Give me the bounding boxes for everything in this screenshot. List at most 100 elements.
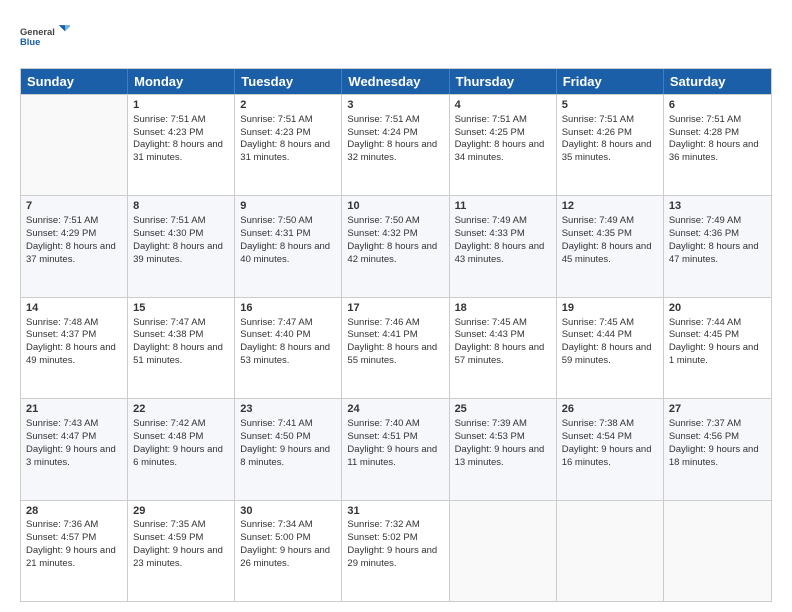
sunset: Sunset: 4:51 PM (347, 431, 417, 442)
sunset: Sunset: 4:40 PM (240, 329, 310, 340)
sunrise: Sunrise: 7:51 AM (455, 114, 527, 125)
day-number: 8 (133, 199, 229, 214)
header-sunday: Sunday (21, 69, 128, 94)
day-number: 4 (455, 98, 551, 113)
logo: General Blue (20, 16, 70, 58)
header-wednesday: Wednesday (342, 69, 449, 94)
sunset: Sunset: 4:24 PM (347, 127, 417, 138)
daylight: Daylight: 9 hours and 3 minutes. (26, 444, 116, 468)
day-27: 27 Sunrise: 7:37 AM Sunset: 4:56 PM Dayl… (664, 399, 771, 499)
sunrise: Sunrise: 7:44 AM (669, 317, 741, 328)
daylight: Daylight: 9 hours and 26 minutes. (240, 545, 330, 569)
day-7: 7 Sunrise: 7:51 AM Sunset: 4:29 PM Dayli… (21, 196, 128, 296)
day-number: 20 (669, 301, 766, 316)
sunrise: Sunrise: 7:40 AM (347, 418, 419, 429)
sunrise: Sunrise: 7:51 AM (669, 114, 741, 125)
week-row-4: 21 Sunrise: 7:43 AM Sunset: 4:47 PM Dayl… (21, 398, 771, 499)
sunrise: Sunrise: 7:35 AM (133, 519, 205, 530)
sunrise: Sunrise: 7:47 AM (133, 317, 205, 328)
day-22: 22 Sunrise: 7:42 AM Sunset: 4:48 PM Dayl… (128, 399, 235, 499)
sunset: Sunset: 4:30 PM (133, 228, 203, 239)
day-21: 21 Sunrise: 7:43 AM Sunset: 4:47 PM Dayl… (21, 399, 128, 499)
day-26: 26 Sunrise: 7:38 AM Sunset: 4:54 PM Dayl… (557, 399, 664, 499)
day-25: 25 Sunrise: 7:39 AM Sunset: 4:53 PM Dayl… (450, 399, 557, 499)
day-number: 31 (347, 504, 443, 519)
day-number: 26 (562, 402, 658, 417)
empty-cell-4-5 (557, 501, 664, 601)
sunset: Sunset: 4:59 PM (133, 532, 203, 543)
daylight: Daylight: 9 hours and 29 minutes. (347, 545, 437, 569)
svg-text:Blue: Blue (20, 37, 40, 47)
sunrise: Sunrise: 7:32 AM (347, 519, 419, 530)
daylight: Daylight: 8 hours and 40 minutes. (240, 241, 330, 265)
day-15: 15 Sunrise: 7:47 AM Sunset: 4:38 PM Dayl… (128, 298, 235, 398)
day-number: 24 (347, 402, 443, 417)
day-number: 15 (133, 301, 229, 316)
sunset: Sunset: 4:43 PM (455, 329, 525, 340)
day-number: 7 (26, 199, 122, 214)
sunset: Sunset: 4:31 PM (240, 228, 310, 239)
sunset: Sunset: 4:26 PM (562, 127, 632, 138)
sunrise: Sunrise: 7:51 AM (240, 114, 312, 125)
logo-svg: General Blue (20, 16, 70, 58)
day-number: 10 (347, 199, 443, 214)
sunset: Sunset: 4:23 PM (240, 127, 310, 138)
day-number: 30 (240, 504, 336, 519)
sunrise: Sunrise: 7:46 AM (347, 317, 419, 328)
daylight: Daylight: 8 hours and 37 minutes. (26, 241, 116, 265)
week-row-3: 14 Sunrise: 7:48 AM Sunset: 4:37 PM Dayl… (21, 297, 771, 398)
day-number: 5 (562, 98, 658, 113)
day-8: 8 Sunrise: 7:51 AM Sunset: 4:30 PM Dayli… (128, 196, 235, 296)
daylight: Daylight: 8 hours and 59 minutes. (562, 342, 652, 366)
week-row-5: 28 Sunrise: 7:36 AM Sunset: 4:57 PM Dayl… (21, 500, 771, 601)
day-24: 24 Sunrise: 7:40 AM Sunset: 4:51 PM Dayl… (342, 399, 449, 499)
day-30: 30 Sunrise: 7:34 AM Sunset: 5:00 PM Dayl… (235, 501, 342, 601)
day-17: 17 Sunrise: 7:46 AM Sunset: 4:41 PM Dayl… (342, 298, 449, 398)
daylight: Daylight: 8 hours and 39 minutes. (133, 241, 223, 265)
sunset: Sunset: 4:44 PM (562, 329, 632, 340)
sunset: Sunset: 4:54 PM (562, 431, 632, 442)
day-number: 22 (133, 402, 229, 417)
sunrise: Sunrise: 7:51 AM (26, 215, 98, 226)
day-number: 29 (133, 504, 229, 519)
day-9: 9 Sunrise: 7:50 AM Sunset: 4:31 PM Dayli… (235, 196, 342, 296)
daylight: Daylight: 9 hours and 8 minutes. (240, 444, 330, 468)
sunrise: Sunrise: 7:34 AM (240, 519, 312, 530)
day-number: 17 (347, 301, 443, 316)
empty-cell-0-0 (21, 95, 128, 195)
daylight: Daylight: 8 hours and 45 minutes. (562, 241, 652, 265)
day-20: 20 Sunrise: 7:44 AM Sunset: 4:45 PM Dayl… (664, 298, 771, 398)
daylight: Daylight: 8 hours and 57 minutes. (455, 342, 545, 366)
day-number: 21 (26, 402, 122, 417)
sunrise: Sunrise: 7:36 AM (26, 519, 98, 530)
sunset: Sunset: 4:35 PM (562, 228, 632, 239)
sunset: Sunset: 4:50 PM (240, 431, 310, 442)
calendar-body: 1 Sunrise: 7:51 AM Sunset: 4:23 PM Dayli… (21, 94, 771, 601)
week-row-2: 7 Sunrise: 7:51 AM Sunset: 4:29 PM Dayli… (21, 195, 771, 296)
sunset: Sunset: 4:53 PM (455, 431, 525, 442)
daylight: Daylight: 9 hours and 6 minutes. (133, 444, 223, 468)
day-number: 25 (455, 402, 551, 417)
daylight: Daylight: 8 hours and 49 minutes. (26, 342, 116, 366)
week-row-1: 1 Sunrise: 7:51 AM Sunset: 4:23 PM Dayli… (21, 94, 771, 195)
daylight: Daylight: 9 hours and 11 minutes. (347, 444, 437, 468)
header: General Blue (20, 16, 772, 58)
sunrise: Sunrise: 7:37 AM (669, 418, 741, 429)
sunrise: Sunrise: 7:51 AM (133, 215, 205, 226)
calendar-header: SundayMondayTuesdayWednesdayThursdayFrid… (21, 69, 771, 94)
daylight: Daylight: 9 hours and 21 minutes. (26, 545, 116, 569)
daylight: Daylight: 8 hours and 55 minutes. (347, 342, 437, 366)
day-number: 1 (133, 98, 229, 113)
daylight: Daylight: 9 hours and 23 minutes. (133, 545, 223, 569)
day-number: 2 (240, 98, 336, 113)
sunrise: Sunrise: 7:51 AM (133, 114, 205, 125)
sunset: Sunset: 4:48 PM (133, 431, 203, 442)
daylight: Daylight: 8 hours and 34 minutes. (455, 139, 545, 163)
sunrise: Sunrise: 7:42 AM (133, 418, 205, 429)
day-number: 14 (26, 301, 122, 316)
daylight: Daylight: 9 hours and 16 minutes. (562, 444, 652, 468)
sunrise: Sunrise: 7:43 AM (26, 418, 98, 429)
sunrise: Sunrise: 7:50 AM (347, 215, 419, 226)
sunset: Sunset: 5:02 PM (347, 532, 417, 543)
sunset: Sunset: 4:29 PM (26, 228, 96, 239)
